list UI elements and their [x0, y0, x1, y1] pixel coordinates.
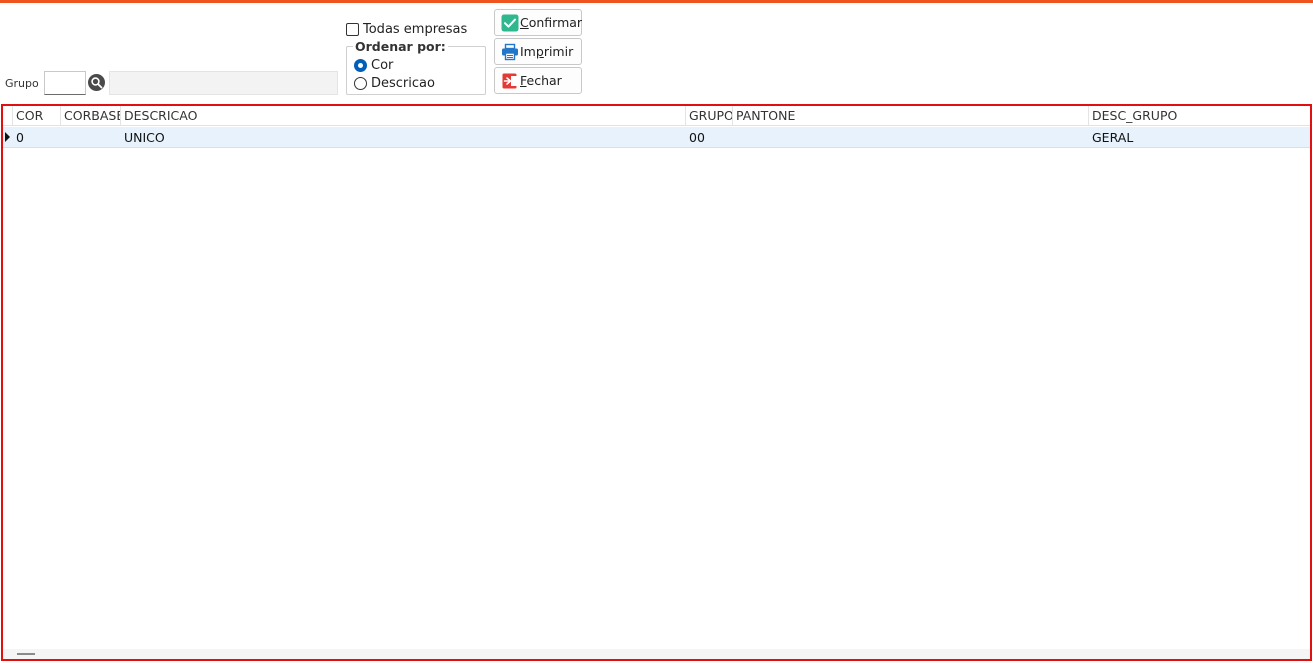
order-radio-descricao[interactable]: Descricao: [354, 75, 435, 91]
order-radio-descricao-label: Descricao: [371, 75, 435, 91]
todas-empresas-label: Todas empresas: [363, 21, 468, 37]
cell-grupo: 00: [689, 130, 705, 145]
data-grid[interactable]: COR CORBASE DESCRICAO GRUPO PANTONE DESC…: [1, 104, 1312, 661]
grupo-description-field: [109, 71, 338, 95]
grid-header: COR CORBASE DESCRICAO GRUPO PANTONE DESC…: [3, 106, 1310, 126]
fechar-button[interactable]: Fechar: [494, 67, 582, 94]
exit-icon: [501, 72, 519, 90]
radio-button-cor[interactable]: [354, 58, 367, 72]
scrollbar-thumb[interactable]: [17, 653, 35, 655]
column-header-grupo[interactable]: GRUPO: [685, 106, 732, 126]
confirmar-button[interactable]: Confirmar: [494, 9, 582, 36]
order-radio-cor-label: Cor: [371, 57, 394, 73]
cell-cor: 0: [16, 130, 24, 145]
column-header-desc-grupo[interactable]: DESC_GRUPO: [1088, 106, 1310, 126]
grupo-input[interactable]: [44, 71, 86, 95]
order-radio-cor[interactable]: Cor: [354, 57, 393, 73]
cell-desc-grupo: GERAL: [1092, 130, 1134, 145]
ordenar-por-title: Ordenar por:: [353, 39, 448, 54]
horizontal-scrollbar[interactable]: [3, 649, 1310, 659]
column-header-cor[interactable]: COR: [12, 106, 60, 126]
printer-icon: [501, 43, 519, 61]
checkbox-box[interactable]: [346, 22, 359, 36]
row-indicator-icon: [5, 132, 10, 142]
column-header-pantone[interactable]: PANTONE: [732, 106, 1088, 126]
imprimir-button[interactable]: Imprimir: [494, 38, 582, 65]
table-row[interactable]: 0 UNICO 00 GERAL: [3, 127, 1310, 148]
ordenar-por-group: Ordenar por: Cor Descricao: [346, 39, 486, 95]
column-header-descricao[interactable]: DESCRICAO: [120, 106, 685, 126]
cell-descricao: UNICO: [124, 130, 165, 145]
fechar-label: Fechar: [520, 73, 562, 88]
column-header-corbase[interactable]: CORBASE: [60, 106, 120, 126]
cell-pantone: [733, 127, 1089, 148]
check-icon: [501, 14, 519, 32]
todas-empresas-checkbox[interactable]: Todas empresas: [346, 21, 467, 37]
cell-corbase: [61, 127, 121, 148]
imprimir-label: Imprimir: [520, 44, 574, 59]
top-accent-bar: [0, 0, 1313, 3]
search-icon[interactable]: [88, 74, 105, 91]
grupo-label: Grupo: [5, 77, 39, 90]
confirmar-label: Confirmar: [520, 15, 583, 30]
radio-button-descricao[interactable]: [354, 76, 367, 90]
